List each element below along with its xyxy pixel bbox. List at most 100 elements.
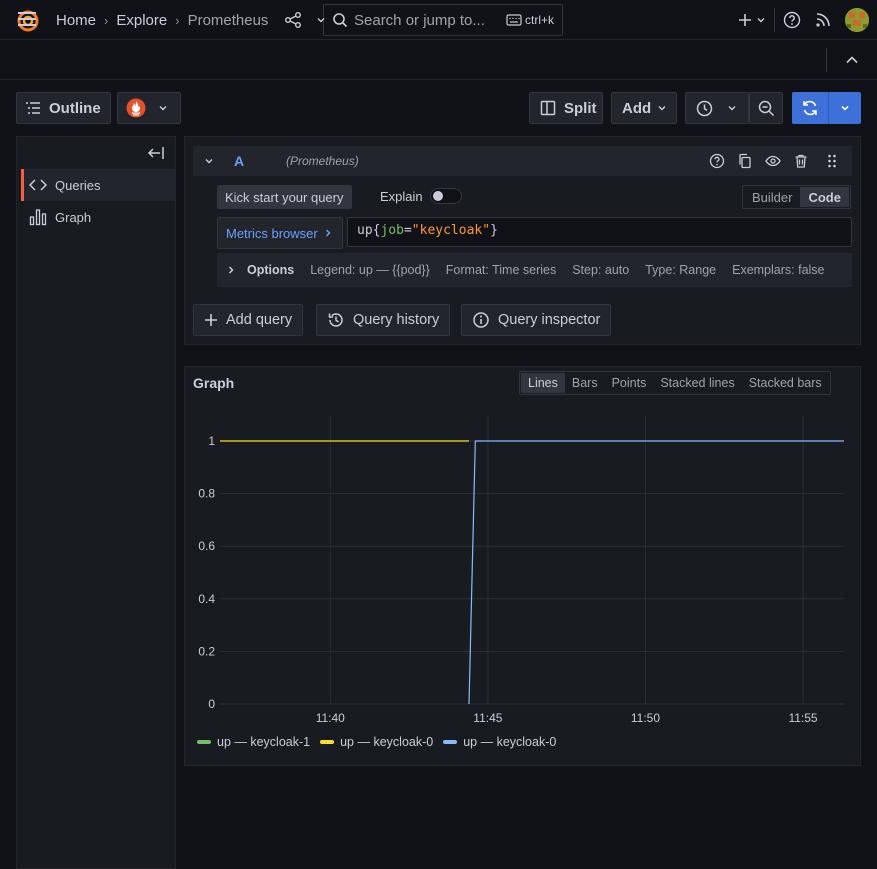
graph-type-bars[interactable]: Bars	[565, 373, 605, 393]
datasource-picker[interactable]	[117, 92, 181, 124]
explain-toggle[interactable]	[430, 188, 462, 204]
keyboard-icon	[506, 14, 522, 26]
metrics-browser-label: Metrics browser	[226, 225, 318, 241]
chevron-down-icon	[756, 15, 766, 25]
help-icon[interactable]	[709, 153, 725, 169]
drag-handle-icon[interactable]	[827, 153, 837, 169]
legend-swatch	[443, 740, 458, 744]
legend-label: up — keycloak-0	[340, 735, 434, 749]
outline-item-label: Queries	[55, 177, 101, 193]
search-input[interactable]: Search or jump to... ctrl+k	[323, 4, 563, 36]
help-icon	[783, 11, 801, 29]
new-button[interactable]	[738, 13, 766, 27]
query-row-actions	[709, 153, 837, 169]
outline-toggle-button[interactable]: Outline	[16, 92, 111, 124]
time-range-picker[interactable]	[685, 92, 749, 124]
collapse-header-button[interactable]	[844, 52, 860, 68]
graph-title: Graph	[193, 375, 235, 391]
chevron-down-icon	[840, 103, 850, 113]
y-tick-label: 0.6	[198, 539, 215, 553]
option-legend: Legend: up — {{pod}}	[310, 263, 430, 277]
info-circle-icon	[472, 311, 490, 329]
menu-button[interactable]	[16, 10, 38, 28]
add-button[interactable]: Add	[611, 92, 677, 124]
outline-item-graph[interactable]: Graph	[21, 201, 175, 233]
metrics-browser-button[interactable]: Metrics browser	[217, 217, 343, 249]
breadcrumb-current: Prometheus	[187, 11, 269, 29]
time-series-chart[interactable]: 0 0.2 0.4 0.6 0.8 1 11:40 11:45 11:50 11:55	[190, 410, 850, 730]
expr-operator: =	[403, 223, 412, 238]
chevron-down-icon	[727, 103, 737, 113]
chevron-up-icon	[844, 52, 860, 68]
collapse-query-button[interactable]	[203, 155, 215, 167]
option-type: Type: Range	[645, 263, 717, 277]
list-icon	[25, 101, 41, 115]
shortcut-text: ctrl+k	[524, 13, 554, 27]
x-tick-label: 11:40	[316, 711, 345, 725]
breadcrumb: Home › Explore › Prometheus	[56, 11, 326, 29]
query-ref-id[interactable]: A	[234, 153, 244, 169]
outline-item-queries[interactable]: Queries	[21, 169, 175, 201]
explain-label: Explain	[380, 189, 423, 204]
y-tick-label: 0.4	[198, 592, 215, 606]
graph-type-lines[interactable]: Lines	[521, 373, 565, 393]
graph-type-stacked-bars[interactable]: Stacked bars	[742, 373, 829, 393]
refresh-interval-dropdown[interactable]	[829, 92, 861, 124]
option-format: Format: Time series	[445, 263, 557, 277]
arrow-left-to-line-icon	[147, 146, 165, 160]
search-shortcut: ctrl+k	[506, 13, 554, 27]
bar-chart-icon	[29, 208, 47, 226]
legend-swatch	[320, 740, 335, 744]
graph-type-points[interactable]: Points	[605, 373, 654, 393]
options-toggle[interactable]: Options	[227, 263, 294, 277]
duplicate-icon[interactable]	[737, 153, 753, 169]
mode-builder-option[interactable]: Builder	[744, 187, 800, 207]
avatar[interactable]	[845, 8, 869, 32]
split-button[interactable]: Split	[529, 92, 603, 124]
add-query-label: Add query	[226, 312, 293, 328]
zoom-out-button[interactable]	[749, 92, 783, 124]
trash-icon[interactable]	[793, 153, 809, 169]
breadcrumb-home[interactable]: Home	[56, 12, 96, 29]
split-columns-icon	[540, 100, 556, 116]
query-history-button[interactable]: Query history	[316, 304, 451, 336]
prometheus-icon	[126, 98, 146, 118]
legend-label: up — keycloak-1	[217, 735, 311, 749]
zoom-out-icon	[758, 100, 775, 117]
chart-svg[interactable]: 0 0.2 0.4 0.6 0.8 1 11:40 11:45 11:50 11:55	[190, 410, 850, 730]
add-query-button[interactable]: Add query	[193, 304, 304, 336]
chevron-down-icon	[657, 103, 667, 113]
mode-code-option[interactable]: Code	[800, 187, 849, 207]
legend-item[interactable]: up — keycloak-0	[443, 735, 556, 749]
eye-icon[interactable]	[765, 153, 781, 169]
legend-swatch	[197, 740, 211, 744]
expr-label-value: "keycloak"	[411, 223, 491, 238]
legend-item[interactable]: up — keycloak-0	[320, 735, 433, 749]
chevron-right-icon	[227, 265, 235, 275]
expr-close: }	[490, 223, 498, 238]
help-button[interactable]	[783, 11, 801, 29]
x-tick-label: 11:55	[788, 711, 817, 725]
query-editor[interactable]: up{job="keycloak"}	[347, 217, 852, 247]
chevron-down-icon[interactable]	[316, 15, 326, 25]
y-tick-label: 0	[208, 697, 215, 711]
kick-start-query-button[interactable]: Kick start your query	[217, 185, 352, 209]
history-icon	[327, 311, 345, 329]
outline-item-label: Graph	[55, 209, 92, 225]
refresh-icon	[801, 99, 819, 117]
share-icon[interactable]	[284, 11, 302, 29]
query-inspector-button[interactable]: Query inspector	[461, 304, 612, 336]
news-button[interactable]	[815, 12, 831, 28]
chart-legend: up — keycloak-1 up — keycloak-0 up — key…	[197, 735, 556, 749]
collapse-outline-button[interactable]	[147, 146, 165, 160]
refresh-button[interactable]	[792, 92, 829, 124]
code-icon	[29, 178, 47, 192]
graph-type-stacked-lines[interactable]: Stacked lines	[653, 373, 741, 393]
search-placeholder: Search or jump to...	[354, 11, 485, 29]
breadcrumb-explore[interactable]: Explore	[116, 12, 167, 29]
chevron-right-icon: ›	[175, 12, 180, 28]
run-query-button[interactable]	[792, 92, 861, 124]
query-options-row[interactable]: Options Legend: up — {{pod}} Format: Tim…	[217, 253, 852, 287]
x-tick-label: 11:45	[473, 711, 502, 725]
legend-item[interactable]: up — keycloak-1	[197, 735, 310, 749]
